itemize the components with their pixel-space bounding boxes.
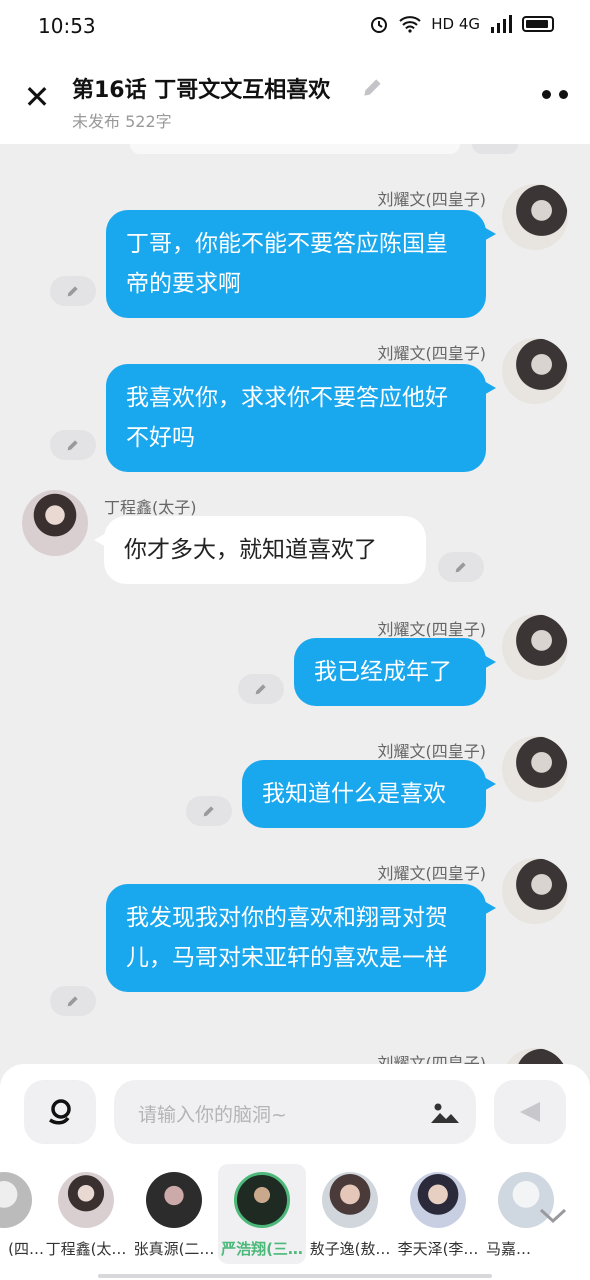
send-icon xyxy=(520,1102,540,1122)
edit-message-button[interactable] xyxy=(186,796,232,826)
header: ✕ 第16话 丁哥文文互相喜欢 未发布 522字 xyxy=(0,52,590,144)
avatar[interactable] xyxy=(502,614,568,680)
edit-message-button[interactable] xyxy=(50,986,96,1016)
pencil-icon xyxy=(203,806,214,817)
character-label: 马嘉… xyxy=(486,1240,532,1258)
character-item[interactable]: 张真源(二… xyxy=(130,1164,218,1259)
avatar[interactable] xyxy=(502,858,568,924)
character-avatar xyxy=(0,1172,32,1228)
prompt-placeholder: 请输入你的脑洞~ xyxy=(138,1104,287,1126)
character-item[interactable]: (四… xyxy=(0,1164,48,1259)
close-button[interactable]: ✕ xyxy=(20,80,54,114)
status-icons: HD 4G xyxy=(369,14,554,34)
character-avatar xyxy=(410,1172,466,1228)
prompt-input[interactable]: 请输入你的脑洞~ xyxy=(114,1080,476,1144)
avatar[interactable] xyxy=(502,338,568,404)
edit-message-button[interactable] xyxy=(438,552,484,582)
sender-name: 刘耀文(四皇子) xyxy=(377,620,487,639)
message-bubble[interactable]: 我知道什么是喜欢 xyxy=(242,760,496,828)
message-bubble-peek xyxy=(130,144,460,154)
sender-name: 刘耀文(四皇子) xyxy=(377,864,487,883)
scrollbar[interactable] xyxy=(98,1274,492,1278)
avatar[interactable] xyxy=(502,1048,568,1064)
avatar[interactable] xyxy=(502,736,568,802)
chat-area[interactable]: 刘耀文(四皇子) 丁哥，你能不能不要答应陈国皇帝的要求啊 刘耀文(四皇子) 我喜… xyxy=(0,144,590,1064)
pencil-icon xyxy=(67,440,78,451)
page-title: 第16话 丁哥文文互相喜欢 xyxy=(72,78,331,103)
more-options-button[interactable] xyxy=(542,90,568,99)
character-label: 张真源(二… xyxy=(133,1240,215,1258)
pencil-icon xyxy=(455,562,466,573)
message-bubble[interactable]: 丁哥，你能不能不要答应陈国皇帝的要求啊 xyxy=(106,210,496,318)
character-avatar xyxy=(234,1172,290,1228)
edit-message-button[interactable] xyxy=(50,430,96,460)
character-item[interactable]: 敖子逸(敖… xyxy=(306,1164,394,1259)
image-icon[interactable] xyxy=(430,1098,460,1126)
character-label: 丁程鑫(太… xyxy=(45,1240,127,1258)
message-bubble[interactable]: 我喜欢你，求求你不要答应他好不好吗 xyxy=(106,364,496,472)
chevron-down-icon[interactable] xyxy=(538,1206,568,1226)
character-avatar xyxy=(146,1172,202,1228)
swirl-icon xyxy=(49,1099,71,1125)
input-panel: 请输入你的脑洞~ (四… 丁程鑫(太… 张真源(二… 严浩翔(三… 敖子逸(敖…… xyxy=(0,1064,590,1280)
edit-message-button[interactable] xyxy=(238,674,284,704)
ai-assist-button[interactable] xyxy=(24,1080,96,1144)
character-label: 严浩翔(三… xyxy=(221,1240,303,1258)
avatar[interactable] xyxy=(502,184,568,250)
battery-icon xyxy=(522,16,554,32)
pencil-icon xyxy=(67,286,78,297)
pencil-icon xyxy=(255,684,266,695)
sender-name: 丁程鑫(太子) xyxy=(104,498,197,517)
character-item[interactable]: 李天泽(李… xyxy=(394,1164,482,1259)
message-bubble[interactable]: 我已经成年了 xyxy=(294,638,496,706)
alarm-icon xyxy=(371,17,388,33)
sender-name: 刘耀文(四皇子) xyxy=(377,1054,487,1064)
send-button[interactable] xyxy=(494,1080,566,1144)
message-bubble[interactable]: 我发现我对你的喜欢和翔哥对贺儿，马哥对宋亚轩的喜欢是一样 xyxy=(106,884,496,992)
sender-name: 刘耀文(四皇子) xyxy=(377,742,487,761)
sender-name: 刘耀文(四皇子) xyxy=(377,344,487,363)
character-label: (四… xyxy=(8,1240,44,1258)
character-label: 李天泽(李… xyxy=(397,1240,479,1258)
wifi-icon xyxy=(399,16,421,33)
page-subtitle: 未发布 522字 xyxy=(72,112,172,131)
signal-icon xyxy=(491,15,512,33)
character-item-selected[interactable]: 严浩翔(三… xyxy=(218,1164,306,1264)
character-label: 敖子逸(敖… xyxy=(309,1240,391,1258)
edit-button-peek xyxy=(472,144,518,154)
network-type: HD 4G xyxy=(431,15,480,33)
avatar[interactable] xyxy=(22,490,88,556)
character-avatar xyxy=(58,1172,114,1228)
edit-message-button[interactable] xyxy=(50,276,96,306)
character-selector[interactable]: (四… 丁程鑫(太… 张真源(二… 严浩翔(三… 敖子逸(敖… 李天泽(李… 马… xyxy=(0,1156,590,1280)
sender-name: 刘耀文(四皇子) xyxy=(377,190,487,209)
message-bubble[interactable]: 你才多大，就知道喜欢了 xyxy=(94,516,426,584)
pencil-icon xyxy=(67,996,78,1007)
edit-title-icon[interactable] xyxy=(360,74,386,100)
status-time: 10:53 xyxy=(38,14,96,38)
character-avatar xyxy=(322,1172,378,1228)
character-item[interactable]: 丁程鑫(太… xyxy=(42,1164,130,1259)
status-bar: 10:53 HD 4G xyxy=(0,0,590,52)
